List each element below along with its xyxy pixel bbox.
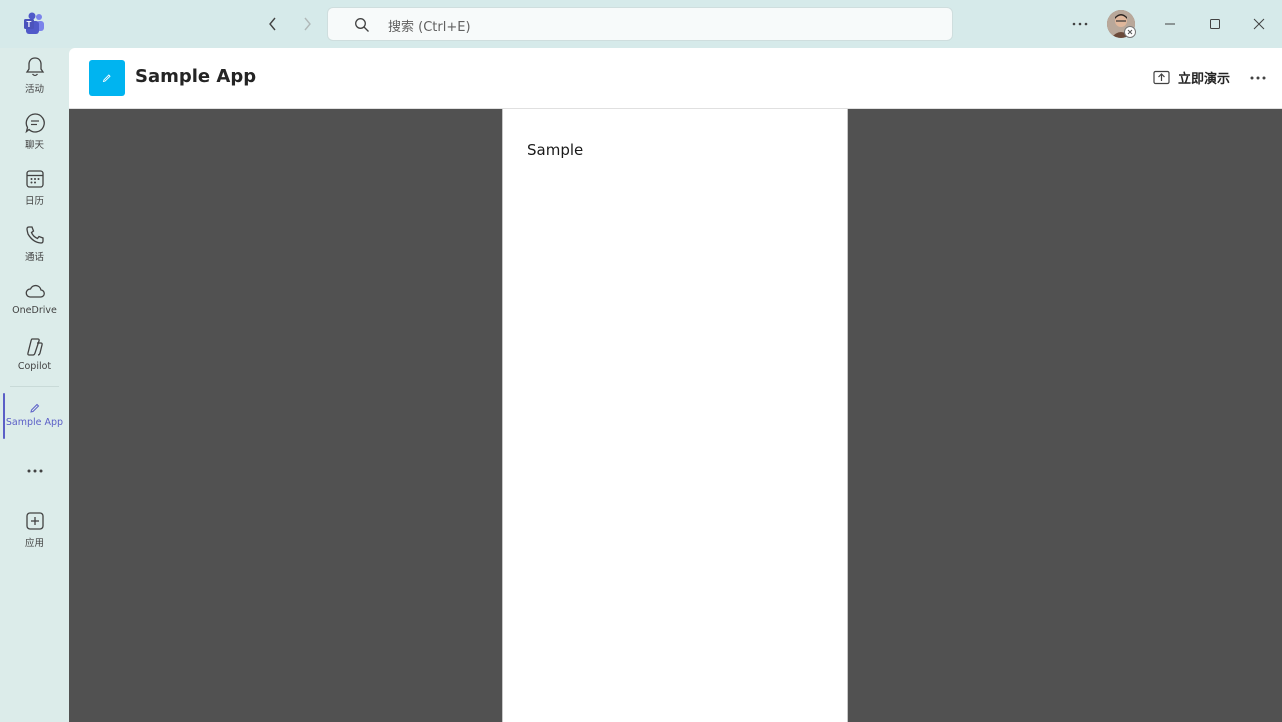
- rail-item-label: 应用: [24, 538, 44, 549]
- more-horizontal-icon: [1250, 76, 1266, 80]
- rail-item-label: 活动: [24, 84, 44, 95]
- rail-item-label: 日历: [24, 196, 44, 207]
- pencil-icon: [102, 74, 111, 83]
- copilot-icon: [26, 338, 43, 356]
- page-title: Sample App: [135, 66, 257, 87]
- rail-item-label: OneDrive: [12, 305, 57, 316]
- status-offline-icon: [1127, 29, 1133, 35]
- phone-icon: [25, 226, 44, 244]
- rail-item-apps[interactable]: 应用: [0, 510, 69, 562]
- rail-item-label: 聊天: [24, 140, 44, 151]
- sample-text: Sample: [527, 141, 584, 159]
- cloud-icon: [25, 284, 45, 298]
- bell-icon: [25, 57, 44, 77]
- teams-logo-icon[interactable]: T: [22, 12, 46, 36]
- close-button[interactable]: [1247, 12, 1271, 36]
- app-rail: 活动 聊天 日历 通话 OneDrive Copilot Sample App …: [0, 48, 69, 722]
- close-icon: [1253, 18, 1265, 30]
- rail-more-button[interactable]: [0, 462, 69, 514]
- present-now-label: 立即演示: [1178, 71, 1231, 87]
- app-icon: [89, 60, 125, 96]
- title-bar: T 搜索 (Ctrl+E): [0, 0, 1282, 48]
- rail-item-onedrive[interactable]: OneDrive: [0, 280, 69, 332]
- rail-item-copilot[interactable]: Copilot: [0, 336, 69, 388]
- search-icon: [355, 18, 369, 32]
- calendar-icon: [25, 170, 44, 188]
- maximize-icon: [1210, 19, 1220, 29]
- more-horizontal-icon: [27, 469, 42, 473]
- rail-divider: [10, 386, 59, 387]
- rail-item-activity[interactable]: 活动: [0, 56, 69, 108]
- more-horizontal-icon: [1072, 22, 1088, 26]
- rail-item-calendar[interactable]: 日历: [0, 168, 69, 220]
- app-content-area: Sample: [69, 109, 1282, 722]
- rail-item-label: 通话: [24, 252, 44, 263]
- chat-icon: [24, 113, 45, 134]
- rail-item-label: Sample App: [5, 417, 64, 428]
- pencil-icon: [29, 403, 39, 413]
- add-square-icon: [25, 512, 44, 530]
- back-button[interactable]: [262, 13, 284, 35]
- search-input[interactable]: 搜索 (Ctrl+E): [327, 7, 953, 41]
- rail-item-label: Copilot: [17, 361, 52, 372]
- rail-item-sample-app[interactable]: Sample App: [0, 402, 69, 454]
- share-screen-icon: [1153, 70, 1170, 84]
- chevron-left-icon: [269, 17, 276, 31]
- search-placeholder: 搜索 (Ctrl+E): [388, 20, 471, 35]
- rail-item-chat[interactable]: 聊天: [0, 112, 69, 164]
- more-options-button[interactable]: [1245, 66, 1271, 90]
- minimize-icon: [1165, 23, 1175, 25]
- maximize-button[interactable]: [1203, 12, 1227, 36]
- forward-button[interactable]: [296, 13, 318, 35]
- minimize-button[interactable]: [1158, 12, 1182, 36]
- app-page: Sample: [502, 109, 848, 722]
- chevron-right-icon: [304, 17, 311, 31]
- settings-more-button[interactable]: [1068, 12, 1092, 36]
- rail-item-calls[interactable]: 通话: [0, 224, 69, 276]
- svg-text:T: T: [27, 20, 32, 29]
- status-badge: [1124, 26, 1136, 38]
- app-header: Sample App 立即演示: [69, 48, 1282, 109]
- present-now-button[interactable]: 立即演示: [1153, 66, 1230, 88]
